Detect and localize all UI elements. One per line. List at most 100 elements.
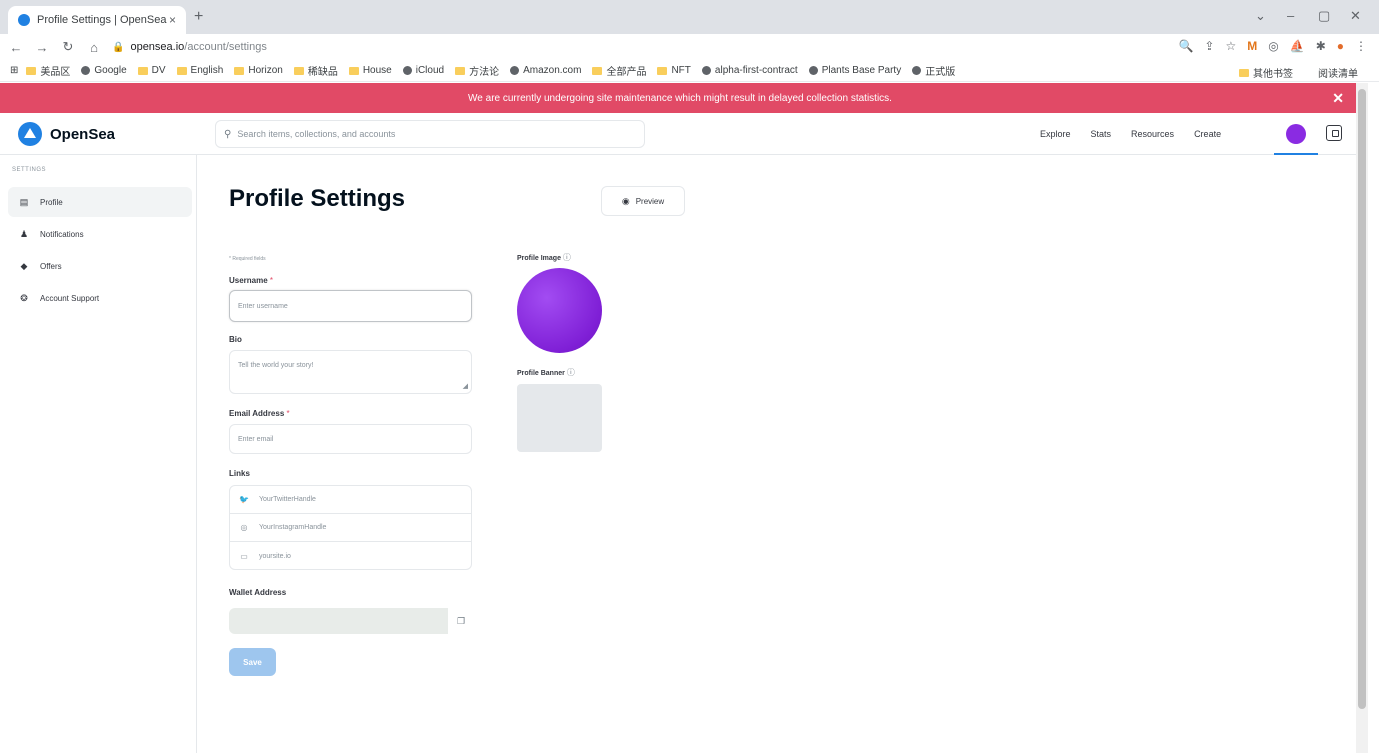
copy-icon[interactable]: ❐ bbox=[450, 608, 472, 634]
profile-image-upload[interactable] bbox=[517, 268, 602, 353]
folder-icon bbox=[592, 66, 603, 75]
bio-textarea[interactable]: Tell the world your story! ◢ bbox=[229, 350, 472, 394]
nav-create[interactable]: Create bbox=[1194, 129, 1221, 139]
eye-icon: ◉ bbox=[621, 195, 630, 206]
email-placeholder: Enter email bbox=[238, 435, 274, 443]
scrollbar-thumb[interactable] bbox=[1358, 89, 1366, 709]
account-avatar[interactable] bbox=[1286, 124, 1306, 144]
nav-resources[interactable]: Resources bbox=[1131, 129, 1174, 139]
extension-bar: 🔍 ⇪ ☆ M ◎ ⛵ ✱ ● ⋮ bbox=[1178, 39, 1367, 53]
browser-tab[interactable]: Profile Settings | OpenSea × bbox=[8, 6, 186, 34]
extension-icon[interactable]: ◎ bbox=[1268, 39, 1278, 53]
sidebar-item-profile[interactable]: ▤ Profile bbox=[8, 187, 192, 217]
tab-close-icon[interactable]: × bbox=[169, 13, 176, 27]
resize-handle-icon[interactable]: ◢ bbox=[463, 382, 468, 390]
search-icon: ⚲ bbox=[224, 128, 232, 140]
sidebar-item-label: Notifications bbox=[40, 229, 84, 239]
required-fields-note: * Required fields bbox=[229, 256, 266, 262]
address-bar[interactable]: 🔒 opensea.io /account/settings bbox=[112, 36, 1132, 58]
new-tab-button[interactable]: + bbox=[194, 8, 203, 26]
back-icon[interactable]: ← bbox=[6, 40, 26, 55]
folder-icon bbox=[1239, 68, 1249, 77]
apps-icon[interactable]: ⊞ bbox=[10, 65, 18, 76]
bookmark-item[interactable]: 方法论 bbox=[455, 63, 499, 78]
folder-icon bbox=[176, 66, 187, 75]
bookmark-item[interactable]: Amazon.com bbox=[510, 65, 581, 76]
bookmark-item[interactable]: iCloud bbox=[402, 65, 444, 76]
username-label: Username * bbox=[229, 276, 274, 285]
home-icon[interactable]: ⌂ bbox=[84, 40, 104, 55]
profile-icon[interactable]: ● bbox=[1337, 39, 1344, 53]
username-placeholder: Enter username bbox=[238, 302, 288, 310]
nav-explore[interactable]: Explore bbox=[1040, 129, 1071, 139]
menu-icon[interactable]: ⋮ bbox=[1355, 39, 1367, 53]
extension-icon[interactable]: ⛵ bbox=[1290, 39, 1305, 53]
minimize-button[interactable]: – bbox=[1287, 8, 1294, 23]
bookmark-item[interactable]: House bbox=[348, 65, 392, 76]
settings-sidebar: SETTINGS ▤ Profile ♟ Notifications ◆ Off… bbox=[0, 155, 197, 753]
metamask-extension-icon[interactable]: M bbox=[1247, 39, 1257, 53]
page-scrollbar[interactable] bbox=[1356, 83, 1368, 753]
tab-title: Profile Settings | OpenSea bbox=[37, 14, 167, 26]
save-button[interactable]: Save bbox=[229, 648, 276, 676]
maintenance-banner: We are currently undergoing site mainten… bbox=[0, 83, 1360, 113]
sidebar-item-label: Offers bbox=[40, 261, 62, 271]
bookmark-item[interactable]: NFT bbox=[657, 65, 691, 76]
preview-button[interactable]: ◉ Preview bbox=[601, 186, 685, 216]
puzzle-extensions-icon[interactable]: ✱ bbox=[1316, 39, 1326, 53]
bell-icon: ♟ bbox=[19, 228, 29, 239]
maximize-button[interactable]: ▢ bbox=[1318, 8, 1330, 24]
instagram-link-input[interactable]: ◎ YourInstagramHandle bbox=[230, 514, 471, 542]
zoom-icon[interactable]: 🔍 bbox=[1178, 39, 1193, 53]
username-input[interactable]: Enter username bbox=[229, 290, 472, 322]
opensea-logo-icon bbox=[18, 122, 42, 146]
banner-close-icon[interactable]: ✕ bbox=[1332, 90, 1344, 107]
links-group: 🐦 YourTwitterHandle ◎ YourInstagramHandl… bbox=[229, 485, 472, 570]
sidebar-item-account-support[interactable]: ❂ Account Support bbox=[8, 283, 192, 313]
profile-banner-upload[interactable] bbox=[517, 384, 602, 452]
amazon-icon bbox=[510, 66, 520, 75]
bookmark-item[interactable]: 全部产品 bbox=[592, 63, 646, 78]
website-link-input[interactable]: ▭ yoursite.io bbox=[230, 542, 471, 570]
search-input[interactable]: ⚲ Search items, collections, and account… bbox=[215, 120, 645, 148]
bookmark-item[interactable]: 正式版 bbox=[912, 63, 955, 78]
email-input[interactable]: Enter email bbox=[229, 424, 472, 454]
nav-links: Explore Stats Resources Create bbox=[1040, 113, 1241, 155]
opensea-logo[interactable]: OpenSea bbox=[18, 122, 115, 146]
bookmark-item[interactable]: Horizon bbox=[234, 65, 283, 76]
tab-search-icon[interactable]: ⌄ bbox=[1255, 8, 1266, 24]
bookmark-item[interactable]: alpha-first-contract bbox=[701, 65, 798, 76]
lock-icon: 🔒 bbox=[112, 41, 125, 53]
folder-icon bbox=[234, 66, 245, 75]
other-bookmarks[interactable]: 其他书签 bbox=[1239, 65, 1293, 80]
bookmark-star-icon[interactable]: ☆ bbox=[1225, 39, 1236, 53]
bookmark-item[interactable]: English bbox=[176, 65, 223, 76]
sidebar-item-offers[interactable]: ◆ Offers bbox=[8, 251, 192, 281]
bookmark-item[interactable]: 美品区 bbox=[26, 63, 70, 78]
wallet-icon[interactable] bbox=[1326, 125, 1342, 141]
reading-list[interactable]: 阅读清单 bbox=[1318, 65, 1358, 80]
email-label: Email Address * bbox=[229, 409, 290, 418]
close-window-button[interactable]: ✕ bbox=[1350, 8, 1361, 24]
brand-name: OpenSea bbox=[50, 125, 116, 143]
nav-stats[interactable]: Stats bbox=[1091, 129, 1112, 139]
folder-icon bbox=[455, 66, 466, 75]
info-icon[interactable]: ⓘ bbox=[563, 253, 571, 262]
bookmark-item[interactable]: 稀缺品 bbox=[293, 63, 338, 78]
share-icon[interactable]: ⇪ bbox=[1204, 39, 1214, 53]
preview-label: Preview bbox=[635, 196, 665, 206]
forward-icon[interactable]: → bbox=[32, 40, 52, 55]
site-icon bbox=[808, 66, 818, 75]
sidebar-item-notifications[interactable]: ♟ Notifications bbox=[8, 219, 192, 249]
bio-label: Bio bbox=[229, 335, 242, 344]
bookmark-item[interactable]: Plants Base Party bbox=[808, 65, 901, 76]
bookmark-item[interactable]: DV bbox=[137, 65, 166, 76]
reload-icon[interactable]: ↻ bbox=[58, 39, 78, 55]
wallet-address-field bbox=[229, 608, 448, 634]
twitter-link-input[interactable]: 🐦 YourTwitterHandle bbox=[230, 486, 471, 514]
tag-icon: ◆ bbox=[20, 260, 28, 271]
folder-icon bbox=[657, 66, 668, 75]
folder-icon bbox=[348, 66, 359, 75]
info-icon[interactable]: ⓘ bbox=[567, 368, 575, 377]
bookmark-item[interactable]: Google bbox=[81, 65, 127, 76]
